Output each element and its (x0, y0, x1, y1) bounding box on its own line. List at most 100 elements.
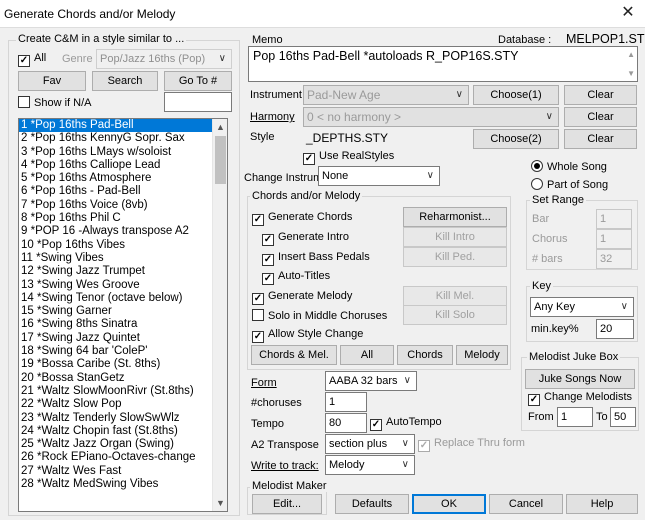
bar-input[interactable]: 1 (596, 209, 632, 229)
list-item[interactable]: 21 *Waltz SlowMoonRivr (St.8ths) (19, 385, 213, 398)
list-item[interactable]: 18 *Swing 64 bar 'ColeP' (19, 345, 213, 358)
autotempo-checkbox[interactable]: ✓ AutoTempo (370, 416, 442, 431)
list-item[interactable]: 7 *Pop 16ths Voice (8vb) (19, 199, 213, 212)
scroll-up-icon[interactable]: ▲ (213, 119, 227, 135)
scroll-thumb[interactable] (215, 136, 226, 184)
choose2-button[interactable]: Choose(2) (473, 129, 559, 149)
generate-chords-checkbox[interactable]: ✓ Generate Chords (252, 211, 352, 226)
goto-number-input[interactable] (164, 92, 232, 112)
a2-transpose-select[interactable]: section plus ∨ (325, 434, 415, 454)
kill-ped-button[interactable]: Kill Ped. (403, 247, 507, 267)
replace-thru-form-checkbox[interactable]: ✓ Replace Thru form (418, 437, 525, 452)
memo-field[interactable]: Pop 16ths Pad-Bell *autoloads R_POP16S.S… (248, 46, 638, 82)
memo-scroll-up-icon[interactable]: ▲ (627, 50, 635, 59)
juke-songs-button[interactable]: Juke Songs Now (525, 369, 635, 389)
change-melodists-checkbox[interactable]: ✓ Change Melodists (528, 391, 632, 406)
list-item[interactable]: 20 *Bossa StanGetz (19, 372, 213, 385)
reharmonist-button[interactable]: Reharmonist... (403, 207, 507, 227)
list-item[interactable]: 10 *Pop 16ths Vibes (19, 239, 213, 252)
choruses-input[interactable]: 1 (325, 392, 367, 412)
title-bar: Generate Chords and/or Melody ✕ (0, 0, 645, 28)
chords-mel-button[interactable]: Chords & Mel. (251, 345, 337, 365)
list-item[interactable]: 16 *Swing 8ths Sinatra (19, 318, 213, 331)
to-input[interactable]: 50 (610, 407, 636, 427)
all-checkbox[interactable]: ✓ All (18, 52, 46, 67)
list-scrollbar[interactable]: ▲ ▼ (212, 119, 227, 511)
whole-song-radio[interactable]: Whole Song (531, 160, 607, 173)
clear-style-button[interactable]: Clear (564, 129, 637, 149)
cancel-button[interactable]: Cancel (489, 494, 563, 514)
chords-button[interactable]: Chords (397, 345, 453, 365)
list-item[interactable]: 15 *Swing Garner (19, 305, 213, 318)
clear-harmony-button[interactable]: Clear (564, 107, 637, 127)
auto-titles-label: Auto-Titles (278, 270, 331, 282)
change-instrument-select[interactable]: None ∨ (318, 166, 440, 186)
list-item[interactable]: 14 *Swing Tenor (octave below) (19, 292, 213, 305)
memo-label: Memo (252, 34, 283, 46)
chorus-input[interactable]: 1 (596, 229, 632, 249)
memo-scroll-down-icon[interactable]: ▼ (627, 69, 635, 78)
instrument-select[interactable]: Pad-New Age ∨ (303, 85, 469, 105)
clear-instrument-button[interactable]: Clear (564, 85, 637, 105)
tempo-input[interactable]: 80 (325, 413, 367, 433)
ok-button[interactable]: OK (412, 494, 486, 514)
search-button[interactable]: Search (92, 71, 158, 91)
close-icon[interactable]: ✕ (617, 3, 639, 25)
show-na-checkbox[interactable]: Show if N/A (18, 96, 91, 109)
list-item[interactable]: 23 *Waltz Tenderly SlowSwWlz (19, 412, 213, 425)
minkey-input[interactable]: 20 (596, 319, 634, 339)
list-item[interactable]: 3 *Pop 16ths LMays w/soloist (19, 146, 213, 159)
solo-middle-checkbox[interactable]: Solo in Middle Choruses (252, 309, 387, 322)
list-item[interactable]: 27 *Waltz Wes Fast (19, 465, 213, 478)
use-realstyles-checkbox[interactable]: ✓ Use RealStyles (303, 150, 394, 165)
genre-select[interactable]: Pop/Jazz 16ths (Pop) ∨ (96, 49, 232, 69)
kill-intro-button[interactable]: Kill Intro (403, 227, 507, 247)
all-button[interactable]: All (340, 345, 394, 365)
write-to-track-select[interactable]: Melody ∨ (325, 455, 415, 475)
list-item[interactable]: 8 *Pop 16ths Phil C (19, 212, 213, 225)
edit-button[interactable]: Edit... (252, 494, 322, 514)
key-select[interactable]: Any Key ∨ (530, 297, 634, 317)
goto-button[interactable]: Go To # (164, 71, 232, 91)
list-item[interactable]: 25 *Waltz Jazz Organ (Swing) (19, 438, 213, 451)
generate-melody-checkbox[interactable]: ✓ Generate Melody (252, 290, 352, 305)
list-item[interactable]: 11 *Swing Vibes (19, 252, 213, 265)
bar-label: Bar (532, 213, 550, 225)
bass-pedals-checkbox[interactable]: ✓ Insert Bass Pedals (262, 251, 370, 266)
list-item[interactable]: 4 *Pop 16ths Calliope Lead (19, 159, 213, 172)
auto-titles-checkbox[interactable]: ✓ Auto-Titles (262, 270, 330, 285)
style-list[interactable]: 1 *Pop 16ths Pad-Bell 2 *Pop 16ths KennyG… (18, 118, 228, 512)
list-item[interactable]: 1 *Pop 16ths Pad-Bell (19, 119, 213, 133)
kill-mel-button[interactable]: Kill Mel. (403, 286, 507, 306)
kill-solo-button[interactable]: Kill Solo (403, 305, 507, 325)
list-item[interactable]: 5 *Pop 16ths Atmosphere (19, 172, 213, 185)
chevron-down-icon: ∨ (545, 111, 553, 122)
list-item[interactable]: 2 *Pop 16ths KennyG Sopr. Sax (19, 132, 213, 145)
allow-style-change-checkbox[interactable]: ✓ Allow Style Change (252, 328, 363, 343)
fav-button[interactable]: Fav (18, 71, 86, 91)
list-item[interactable]: 12 *Swing Jazz Trumpet (19, 265, 213, 278)
list-item[interactable]: 13 *Swing Wes Groove (19, 279, 213, 292)
help-button[interactable]: Help (566, 494, 638, 514)
harmony-select[interactable]: 0 < no harmony > ∨ (303, 107, 559, 127)
form-select[interactable]: AABA 32 bars ∨ (325, 371, 417, 391)
melody-button[interactable]: Melody (456, 345, 508, 365)
defaults-button[interactable]: Defaults (335, 494, 409, 514)
to-label: To (596, 411, 608, 423)
list-item[interactable]: 24 *Waltz Chopin fast (St.8ths) (19, 425, 213, 438)
list-item[interactable]: 22 *Waltz Slow Pop (19, 398, 213, 411)
scroll-down-icon[interactable]: ▼ (213, 495, 227, 511)
list-item[interactable]: 17 *Swing Jazz Quintet (19, 332, 213, 345)
list-item[interactable]: 28 *Waltz MedSwing Vibes (19, 478, 213, 491)
check-icon: ✓ (418, 440, 430, 452)
part-of-song-radio[interactable]: Part of Song (531, 178, 608, 191)
generate-intro-checkbox[interactable]: ✓ Generate Intro (262, 231, 349, 246)
list-item[interactable]: 6 *Pop 16ths - Pad-Bell (19, 185, 213, 198)
list-item[interactable]: 26 *Rock EPiano-Octaves-change (19, 451, 213, 464)
from-input[interactable]: 1 (557, 407, 593, 427)
list-item[interactable]: 9 *POP 16 -Always transpose A2 (19, 225, 213, 238)
bars-input[interactable]: 32 (596, 249, 632, 269)
choose1-button[interactable]: Choose(1) (473, 85, 559, 105)
list-item[interactable]: 19 *Bossa Caribe (St. 8ths) (19, 358, 213, 371)
chevron-down-icon: ∨ (455, 89, 463, 100)
